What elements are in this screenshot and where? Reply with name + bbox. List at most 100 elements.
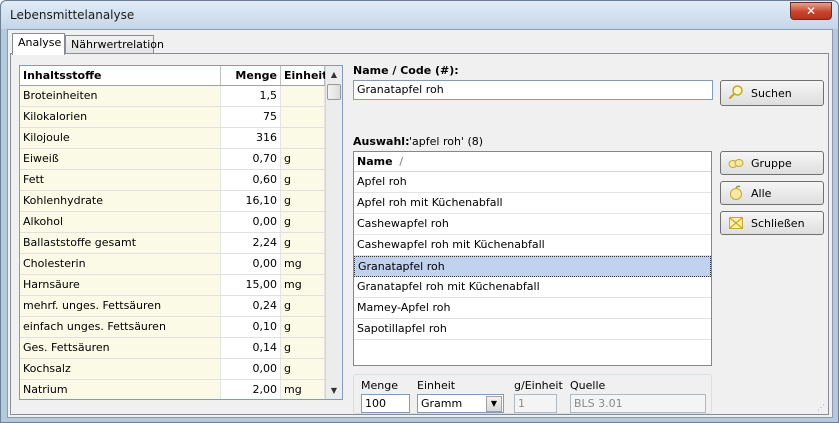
nutrient-grid[interactable]: Inhaltsstoffe Menge Einheit Broteinheite… [19,65,343,400]
nutrient-name-cell: Eiweiß [20,149,221,169]
resize-grip-icon[interactable]: ⋰ [817,403,827,413]
list-item[interactable]: Cashewapfel roh [354,214,711,235]
table-row[interactable]: Kilokalorien 75 [20,107,342,128]
result-list[interactable]: Name / Apfel roh Apfel roh mit Küchenabfa… [353,151,712,366]
nutrient-name-cell: Harnsäure [20,275,221,295]
nutrient-amount-cell: 2,00 [221,380,281,399]
group-button-label: Gruppe [751,157,792,170]
nutrient-amount-cell: 0,14 [221,338,281,358]
close-button-label: Schließen [751,217,805,230]
nutrient-amount-cell: 2,24 [221,233,281,253]
column-header-name[interactable]: Inhaltsstoffe [20,66,221,85]
scroll-thumb[interactable] [327,84,341,100]
table-row[interactable]: Cholesterin 0,00 mg [20,254,342,275]
list-item[interactable]: Granatapfel roh [354,256,711,277]
magnifier-icon [728,85,743,100]
nutrient-name-cell: Natrium [20,380,221,399]
nutrient-amount-cell: 0,24 [221,296,281,316]
nutrient-unit-cell [281,86,325,106]
unit-label: Einheit [417,379,456,392]
table-row[interactable]: Kochsalz 0,00 g [20,359,342,380]
list-items: Apfel roh Apfel roh mit Küchenabfall Cashe… [354,172,711,340]
search-button-label: Suchen [751,87,792,100]
table-row[interactable]: Broteinheiten 1,5 [20,86,342,107]
nutrient-name-cell: Fett [20,170,221,190]
list-column-header[interactable]: Name / [354,152,711,172]
table-row[interactable]: Eiweiß 0,70 g [20,149,342,170]
nutrient-unit-cell: g [281,359,325,379]
nutrient-name-cell: Ballaststoffe gesamt [20,233,221,253]
table-row[interactable]: einfach unges. Fettsäuren 0,10 g [20,317,342,338]
all-button[interactable]: Alle [720,181,824,205]
source-label: Quelle [570,379,606,392]
nutrient-amount-cell: 0,00 [221,212,281,232]
all-button-label: Alle [751,187,772,200]
group-button[interactable]: Gruppe [720,151,824,175]
table-row[interactable]: Natrium 2,00 mg [20,380,342,399]
app-window: Lebensmittelanalyse ✕ Analyse Nährwertre… [0,0,839,423]
window-title: Lebensmittelanalyse [10,8,135,22]
list-item[interactable]: Apfel roh mit Küchenabfall [354,193,711,214]
nutrient-name-cell: einfach unges. Fettsäuren [20,317,221,337]
list-item[interactable]: Apfel roh [354,172,711,193]
scroll-up-icon[interactable]: ▲ [326,66,342,83]
list-item[interactable]: Granatapfel roh mit Küchenabfall [354,277,711,298]
grid-rows: Broteinheiten 1,5 Kilokalorien 75 Kilojoule 3… [20,86,342,399]
nutrient-unit-cell: mg [281,254,325,274]
amount-input[interactable]: 100 [361,394,410,413]
nutrient-name-cell: Kochsalz [20,359,221,379]
tab-analyse[interactable]: Analyse [12,33,65,55]
nutrient-amount-cell: 0,70 [221,149,281,169]
table-row[interactable]: Alkohol 0,00 g [20,212,342,233]
table-row[interactable]: Fett 0,60 g [20,170,342,191]
nutrient-amount-cell: 0,60 [221,170,281,190]
search-input[interactable]: Granatapfel roh [353,80,713,100]
selection-summary: 'apfel roh' (8) [409,135,484,148]
group-icon [728,159,744,168]
scroll-down-icon[interactable]: ▼ [326,382,342,399]
table-row[interactable]: Ballaststoffe gesamt 2,24 g [20,233,342,254]
close-button[interactable]: Schließen [720,211,824,235]
nutrient-unit-cell [281,107,325,127]
nutrient-name-cell: Cholesterin [20,254,221,274]
nutrient-amount-cell: 0,00 [221,254,281,274]
nutrient-unit-cell: g [281,296,325,316]
table-row[interactable]: Kilojoule 316 [20,128,342,149]
nutrient-name-cell: Kilojoule [20,128,221,148]
table-row[interactable]: Harnsäure 15,00 mg [20,275,342,296]
nutrient-unit-cell: g [281,233,325,253]
tab-panel-analyse: Inhaltsstoffe Menge Einheit Broteinheite… [10,53,829,415]
source-input: BLS 3.01 [570,394,706,413]
list-item[interactable]: Mamey-Apfel roh [354,298,711,319]
list-item[interactable]: Cashewapfel roh mit Küchenabfall [354,235,711,256]
nutrient-unit-cell: mg [281,275,325,295]
client-area: Analyse Nährwertrelation Inhaltsstoffe M… [7,29,833,418]
column-header-amount[interactable]: Menge [221,66,281,85]
grid-header: Inhaltsstoffe Menge Einheit [20,66,342,86]
column-header-unit[interactable]: Einheit [281,66,327,85]
nutrient-amount-cell: 16,10 [221,191,281,211]
list-item[interactable]: Sapotillapfel roh [354,319,711,340]
search-button[interactable]: Suchen [720,80,824,106]
nutrient-name-cell: Ges. Fettsäuren [20,338,221,358]
list-column-title: Name [357,155,393,168]
all-icon [730,185,742,200]
tab-naehrwertrelation[interactable]: Nährwertrelation [65,35,164,54]
nutrient-name-cell: Broteinheiten [20,86,221,106]
nutrient-unit-cell: mg [281,380,325,399]
close-window-button[interactable]: ✕ [790,2,832,20]
chevron-down-icon[interactable]: ▼ [486,396,502,412]
unit-select-value: Gramm [421,397,463,410]
nutrient-name-cell: Kilokalorien [20,107,221,127]
table-row[interactable]: mehrf. unges. Fettsäuren 0,24 g [20,296,342,317]
nutrient-unit-cell: g [281,317,325,337]
selection-label: Auswahl: [353,135,410,148]
nutrient-name-cell: Alkohol [20,212,221,232]
table-row[interactable]: Kohlenhydrate 16,10 g [20,191,342,212]
nutrient-amount-cell: 15,00 [221,275,281,295]
unit-select[interactable]: Gramm ▼ [417,394,504,413]
table-row[interactable]: Ges. Fettsäuren 0,14 g [20,338,342,359]
title-bar[interactable]: Lebensmittelanalyse ✕ [1,1,838,29]
nutrient-amount-cell: 1,5 [221,86,281,106]
grid-scrollbar[interactable]: ▲ ▼ [325,66,342,399]
